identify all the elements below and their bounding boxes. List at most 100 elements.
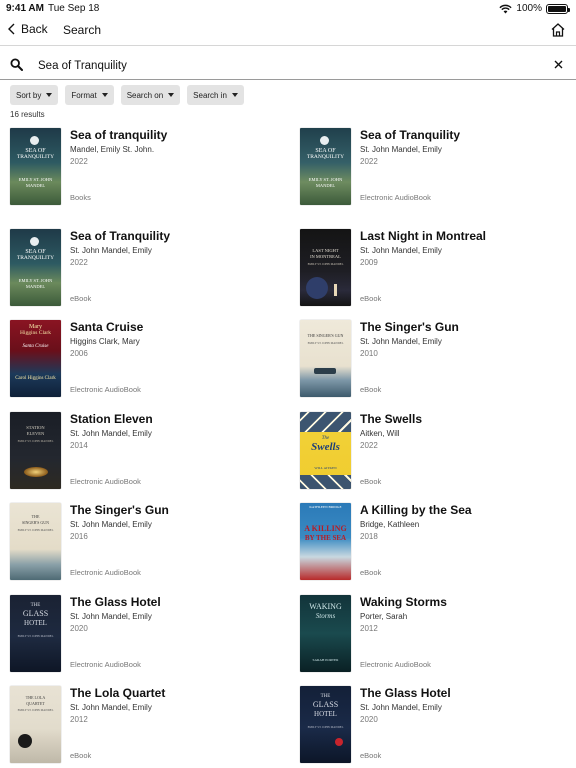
result-year: 2006 — [70, 349, 88, 358]
filter-label: Search on — [126, 90, 164, 100]
cover-title-line: TRANQUILITY — [16, 255, 55, 261]
result-year: 2020 — [360, 715, 378, 724]
result-author: St. John Mandel, Emily — [360, 145, 442, 154]
result-title: The Swells — [360, 412, 423, 426]
result-title: The Singer's Gun — [360, 320, 459, 334]
cover-title-line: HOTEL — [24, 619, 47, 627]
result-item[interactable]: THE LOLA QUARTET EMILY ST. JOHN MANDEL T… — [10, 686, 290, 766]
result-year: 2012 — [360, 624, 378, 633]
cover-title-line: THE LOLA — [25, 695, 46, 700]
cover-author-line: MANDEL — [315, 183, 336, 188]
status-date: Tue Sep 18 — [48, 3, 100, 14]
cover-title-line: Swells — [311, 441, 340, 453]
format-dropdown[interactable]: Format — [65, 85, 114, 105]
chevron-left-icon — [8, 23, 15, 35]
result-format: eBook — [360, 568, 382, 577]
filter-bar: Sort by Format Search on Search in — [10, 85, 244, 105]
result-year: 2022 — [70, 258, 88, 267]
results-count: 16 results — [10, 110, 45, 119]
result-year: 2020 — [70, 624, 88, 633]
cover-title-line: Storms — [315, 612, 336, 620]
cover-author-line: MANDEL — [25, 284, 46, 289]
result-author: St. John Mandel, Emily — [70, 429, 152, 438]
result-title: Santa Cruise — [70, 320, 144, 334]
result-item[interactable]: SEA OF TRANQUILITY EMILY ST. JOHN MANDEL… — [300, 128, 576, 208]
filter-label: Sort by — [16, 90, 42, 100]
search-in-dropdown[interactable]: Search in — [187, 85, 244, 105]
result-format: Books — [70, 193, 91, 202]
result-item[interactable]: SEA OF TRANQUILITY EMILY ST. JOHN MANDEL… — [10, 128, 290, 208]
caret-down-icon — [168, 93, 175, 97]
book-cover: THE SINGER'S GUN EMILY ST. JOHN MANDEL — [10, 503, 61, 580]
back-button[interactable]: Back — [8, 22, 48, 36]
cover-title-line: HOTEL — [314, 710, 337, 718]
cover-author-line: EMILY ST. JOHN MANDEL — [307, 262, 344, 266]
result-format: eBook — [360, 477, 382, 486]
result-year: 2010 — [360, 349, 378, 358]
result-item[interactable]: KATHLEEN BRIDGE A KILLING BY THE SEA A K… — [300, 503, 576, 583]
result-author: St. John Mandel, Emily — [70, 520, 152, 529]
result-format: Electronic AudioBook — [70, 568, 141, 577]
result-item[interactable]: SEA OF TRANQUILITY EMILY ST. JOHN MANDEL… — [10, 229, 290, 309]
result-format: eBook — [70, 294, 92, 303]
result-author: St. John Mandel, Emily — [70, 246, 152, 255]
cover-author-line: EMILY ST. JOHN — [18, 177, 53, 182]
book-cover: WAKING Storms SARAH PORTER — [300, 595, 351, 672]
result-item[interactable]: Mary Higgins Clark Santa Cruise Carol Hi… — [10, 320, 290, 400]
result-author: St. John Mandel, Emily — [360, 246, 442, 255]
result-item[interactable]: THE GLASS HOTEL EMILY ST. JOHN MANDEL Th… — [300, 686, 576, 766]
cover-author-line: Carol Higgins Clark — [15, 376, 56, 381]
cover-title-line: Santa Cruise — [22, 344, 49, 349]
filter-label: Search in — [193, 90, 227, 100]
result-title: The Glass Hotel — [360, 686, 451, 700]
close-icon[interactable] — [553, 59, 564, 70]
result-title: Station Eleven — [70, 412, 153, 426]
cover-title-line: STATION — [26, 425, 45, 430]
result-item[interactable]: THE SINGER'S GUN EMILY ST. JOHN MANDEL T… — [300, 320, 576, 400]
cover-author-line: WILL AITKEN — [314, 466, 337, 470]
result-year: 2016 — [70, 532, 88, 541]
result-author: Higgins Clark, Mary — [70, 337, 140, 346]
result-item[interactable]: STATION ELEVEN EMILY ST. JOHN MANDEL Sta… — [10, 412, 290, 492]
result-format: Electronic AudioBook — [360, 193, 431, 202]
result-title: Sea of Tranquility — [360, 128, 461, 142]
result-title: Waking Storms — [360, 595, 447, 609]
result-author: St. John Mandel, Emily — [360, 703, 442, 712]
result-author: Bridge, Kathleen — [360, 520, 420, 529]
result-format: eBook — [360, 294, 382, 303]
result-year: 2022 — [360, 441, 378, 450]
cover-title-line: THE — [31, 514, 40, 519]
filter-label: Format — [71, 90, 97, 100]
status-time: 9:41 AM — [6, 3, 44, 14]
status-indicators: 100% — [499, 3, 570, 14]
cover-author-line: EMILY ST. JOHN MANDEL — [17, 439, 54, 443]
result-year: 2014 — [70, 441, 88, 450]
search-input[interactable] — [38, 55, 518, 77]
caret-down-icon — [231, 93, 238, 97]
result-item[interactable]: WAKING Storms SARAH PORTER Waking Storms… — [300, 595, 576, 675]
page-title: Search — [63, 23, 102, 37]
sort-by-dropdown[interactable]: Sort by — [10, 85, 59, 105]
cover-author-line: EMILY ST. JOHN MANDEL — [17, 528, 54, 532]
result-author: St. John Mandel, Emily — [70, 612, 152, 621]
cover-title-line: WAKING — [309, 602, 342, 611]
result-format: eBook — [70, 751, 92, 760]
result-format: Electronic AudioBook — [70, 660, 141, 669]
book-cover: Mary Higgins Clark Santa Cruise Carol Hi… — [10, 320, 61, 397]
result-year: 2012 — [70, 715, 88, 724]
cover-title-line: GLASS — [22, 609, 49, 618]
search-on-dropdown[interactable]: Search on — [120, 85, 181, 105]
cover-author-line: KATHLEEN BRIDGE — [309, 505, 342, 509]
result-item[interactable]: THE GLASS HOTEL EMILY ST. JOHN MANDEL Th… — [10, 595, 290, 675]
result-title: A Killing by the Sea — [360, 503, 472, 517]
cover-title-line: SINGER'S GUN — [21, 520, 50, 525]
result-format: Electronic AudioBook — [70, 385, 141, 394]
result-item[interactable]: LAST NIGHT IN MONTREAL EMILY ST. JOHN MA… — [300, 229, 576, 309]
cover-title-line: A KILLING — [304, 524, 347, 533]
battery-percent: 100% — [516, 3, 542, 14]
result-item[interactable]: THE SINGER'S GUN EMILY ST. JOHN MANDEL T… — [10, 503, 290, 583]
book-cover: LAST NIGHT IN MONTREAL EMILY ST. JOHN MA… — [300, 229, 351, 306]
home-icon[interactable] — [550, 22, 566, 38]
cover-title-line: THE — [30, 603, 41, 608]
result-item[interactable]: The Swells WILL AITKEN The Swells Aitken… — [300, 412, 576, 492]
